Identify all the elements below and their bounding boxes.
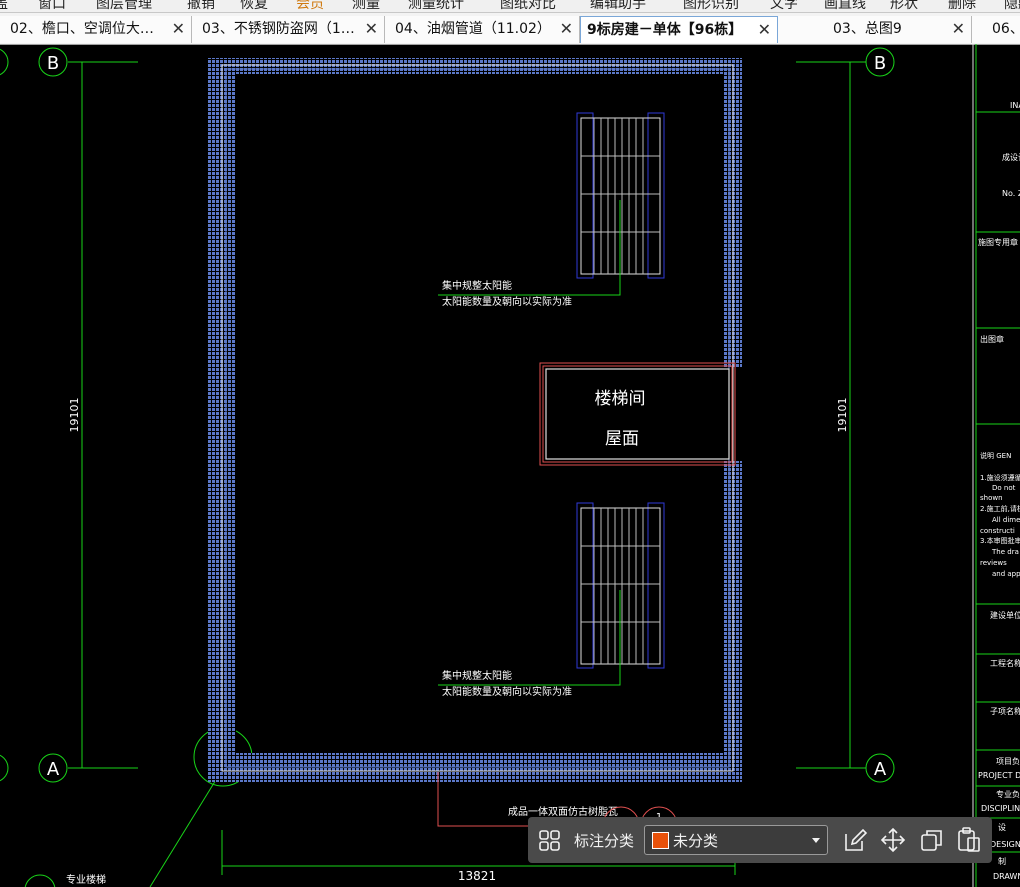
bottom-left-note: 专业楼梯 xyxy=(66,873,106,886)
svg-text:施图专用章: 施图专用章 xyxy=(978,237,1018,247)
close-icon[interactable]: ✕ xyxy=(365,16,378,42)
cad-drawing-canvas[interactable]: B B A A 19101 19101 13821 楼梯间 屋面 集中规整太阳能… xyxy=(0,44,1020,887)
svg-text:and app: and app xyxy=(992,570,1020,578)
grid-bubble-a-right[interactable]: A xyxy=(865,753,895,783)
menu-item[interactable]: 文字 xyxy=(770,0,798,12)
svg-text:B: B xyxy=(874,53,886,74)
solar-note-title: 集中规整太阳能 xyxy=(442,279,512,292)
svg-text:设: 设 xyxy=(998,822,1006,832)
menu-item[interactable]: 形状 xyxy=(890,0,918,12)
tab-label: 06、 xyxy=(992,21,1020,37)
grid-bubble-a-left[interactable]: A xyxy=(38,753,68,783)
annotation-category-select[interactable]: 未分类 xyxy=(644,825,828,855)
svg-text:shown: shown xyxy=(980,494,1003,502)
svg-text:Do not: Do not xyxy=(992,484,1016,492)
tab-label: 02、檐口、空调位大… xyxy=(10,21,154,37)
solar-note-title: 集中规整太阳能 xyxy=(442,669,512,682)
category-color-swatch xyxy=(652,832,669,849)
svg-text:出图章: 出图章 xyxy=(980,334,1004,344)
stair-room-label: 楼梯间 xyxy=(595,389,646,409)
edit-icon[interactable] xyxy=(840,824,870,856)
svg-text:工程名称: 工程名称 xyxy=(990,658,1020,668)
menu-item[interactable]: 隐藏 xyxy=(1004,0,1020,12)
svg-text:1.施设须遵循规: 1.施设须遵循规 xyxy=(980,473,1020,482)
svg-text:reviews: reviews xyxy=(980,559,1007,567)
menu-item[interactable]: 图纸对比 xyxy=(500,0,556,12)
roof-label: 屋面 xyxy=(605,429,639,449)
svg-text:A: A xyxy=(47,759,60,780)
svg-text:制: 制 xyxy=(998,856,1006,866)
tab-label: 03、不锈钢防盗网（1… xyxy=(202,21,355,37)
tab-guard-net[interactable]: 03、不锈钢防盗网（1… ✕ xyxy=(192,16,385,43)
menu-item[interactable]: 图形识别 xyxy=(683,0,739,12)
dimension-horizontal: 13821 xyxy=(458,869,496,883)
document-tab-bar: 02、檐口、空调位大… ✕ 03、不锈钢防盗网（1… ✕ 04、油烟管道（11.… xyxy=(0,13,1020,45)
svg-text:constructi: constructi xyxy=(980,527,1015,535)
svg-text:2.施工前,请核对: 2.施工前,请核对 xyxy=(980,504,1020,513)
selected-category: 未分类 xyxy=(673,832,719,850)
svg-text:成设计: 成设计 xyxy=(1002,152,1020,162)
grid-icon[interactable] xyxy=(534,824,564,856)
menu-item[interactable]: 删除 xyxy=(948,0,976,12)
svg-text:专业负责: 专业负责 xyxy=(996,789,1020,799)
svg-text:A: A xyxy=(874,759,887,780)
stair-room[interactable]: 楼梯间 屋面 xyxy=(539,362,736,466)
svg-text:All dime: All dime xyxy=(992,516,1020,524)
title-block: INA 成设计 No. Z 施图专用章 出图章 说明 GEN 1.施设须遵循规 … xyxy=(972,44,1020,887)
close-icon[interactable]: ✕ xyxy=(952,16,965,42)
menu-item[interactable]: 画直线 xyxy=(824,0,866,12)
solar-note-detail: 太阳能数量及朝向以实际为准 xyxy=(442,685,572,698)
tab-flue-pipe[interactable]: 04、油烟管道（11.02） ✕ xyxy=(385,16,580,43)
copy-icon[interactable] xyxy=(916,824,946,856)
svg-text:B: B xyxy=(47,53,59,74)
tab-06[interactable]: 06、 xyxy=(972,16,1020,43)
menu-item[interactable]: 测量 xyxy=(352,0,380,12)
menu-item[interactable]: 会员 xyxy=(296,0,324,12)
svg-text:INA: INA xyxy=(1010,101,1020,110)
annotation-category-label: 标注分类 xyxy=(574,832,635,850)
close-icon[interactable]: ✕ xyxy=(172,16,185,42)
grid-bubble-b-left[interactable]: B xyxy=(38,47,68,77)
menu-item[interactable]: 编辑助手 xyxy=(590,0,646,12)
menu-bar: 盖 窗口 图层管理 撤销 恢复 会员 测量 测量统计 图纸对比 编辑助手 图形识… xyxy=(0,0,1020,13)
menu-item[interactable]: 盖 xyxy=(0,0,8,12)
svg-text:建设单位: 建设单位 xyxy=(990,610,1020,620)
svg-text:DISCIPLINE: DISCIPLINE xyxy=(981,804,1020,813)
dimension-vertical-right: 19101 xyxy=(836,398,849,433)
chevron-down-icon xyxy=(812,838,820,843)
close-icon[interactable]: ✕ xyxy=(758,17,771,43)
dimension-vertical-left: 19101 xyxy=(68,398,81,433)
svg-text:The dra: The dra xyxy=(991,548,1019,556)
tab-label: 03、总图9 xyxy=(833,21,902,37)
svg-text:PROJECT D: PROJECT D xyxy=(978,771,1020,780)
tab-building-96[interactable]: 9标房建－单体【96栋】 ✕ xyxy=(580,16,778,43)
menu-item[interactable]: 图层管理 xyxy=(96,0,152,12)
menu-item[interactable]: 测量统计 xyxy=(408,0,464,12)
svg-text:说明 GEN: 说明 GEN xyxy=(980,451,1011,460)
svg-text:DRAWN: DRAWN xyxy=(993,872,1020,881)
menu-item[interactable]: 窗口 xyxy=(38,0,66,12)
tab-eaves[interactable]: 02、檐口、空调位大… ✕ xyxy=(0,16,192,43)
grid-bubble-b-right[interactable]: B xyxy=(865,47,895,77)
menu-item[interactable]: 撤销 xyxy=(187,0,215,12)
tab-site-plan[interactable]: 03、总图9 ✕ xyxy=(778,16,972,43)
svg-text:3.本审图批审: 3.本审图批审 xyxy=(980,536,1020,545)
svg-text:DESIGNER: DESIGNER xyxy=(990,840,1020,849)
svg-text:项目负责: 项目负责 xyxy=(996,756,1020,766)
close-icon[interactable]: ✕ xyxy=(560,16,573,42)
paste-icon[interactable] xyxy=(954,824,984,856)
solar-note-detail: 太阳能数量及朝向以实际为准 xyxy=(442,295,572,308)
tab-label: 04、油烟管道（11.02） xyxy=(395,21,551,37)
svg-text:No. Z: No. Z xyxy=(1002,189,1020,198)
svg-text:子项名称: 子项名称 xyxy=(990,706,1020,716)
menu-item[interactable]: 恢复 xyxy=(240,0,268,12)
annotation-toolbar: 标注分类 未分类 xyxy=(528,817,992,863)
tab-label: 9标房建－单体【96栋】 xyxy=(587,22,743,38)
move-icon[interactable] xyxy=(878,824,908,856)
